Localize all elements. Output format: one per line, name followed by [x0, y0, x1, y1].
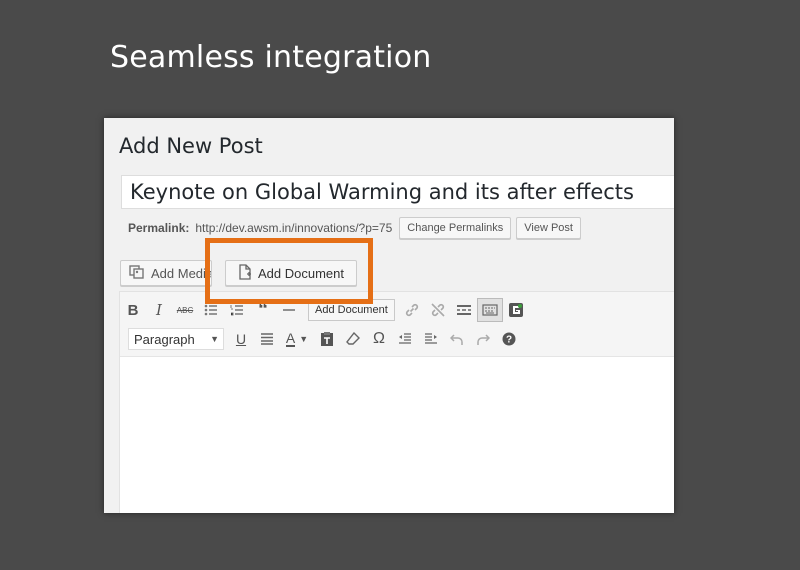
remove-link-icon[interactable]: [425, 298, 451, 322]
format-select[interactable]: Paragraph ▼: [128, 328, 224, 350]
add-media-label: Add Media: [151, 265, 212, 281]
toolbar-row-2: Paragraph ▼ U A ▼ Ω ?: [120, 325, 522, 353]
outdent-icon[interactable]: [392, 327, 418, 351]
underline-icon[interactable]: U: [228, 327, 254, 351]
editor-screenshot: Add New Post Keynote on Global Warming a…: [104, 118, 674, 513]
page-title: Add New Post: [119, 134, 263, 158]
add-media-button[interactable]: Add Media: [120, 260, 212, 286]
bold-icon[interactable]: B: [120, 298, 146, 322]
numbered-list-icon[interactable]: [224, 298, 250, 322]
add-document-label: Add Document: [258, 265, 344, 281]
help-icon[interactable]: ?: [496, 327, 522, 351]
text-color-icon[interactable]: A ▼: [280, 327, 314, 351]
view-post-button[interactable]: View Post: [516, 217, 581, 239]
horizontal-line-icon[interactable]: [276, 298, 302, 322]
google-drive-icon[interactable]: [503, 298, 529, 322]
toolbar-row-1: B I ABC “ Add Document: [120, 296, 529, 324]
svg-text:?: ?: [506, 335, 512, 346]
editor-content-area[interactable]: [120, 357, 674, 513]
redo-icon[interactable]: [470, 327, 496, 351]
toolbar-toggle-icon[interactable]: [476, 298, 503, 322]
format-select-value: Paragraph: [134, 331, 195, 347]
strikethrough-icon[interactable]: ABC: [172, 298, 198, 322]
clear-formatting-icon[interactable]: [340, 327, 366, 351]
bulleted-list-icon[interactable]: [198, 298, 224, 322]
media-icon: [129, 264, 145, 282]
add-document-button[interactable]: Add Document: [225, 260, 357, 286]
insert-link-icon[interactable]: [399, 298, 425, 322]
post-title-input[interactable]: Keynote on Global Warming and its after …: [121, 175, 674, 209]
indent-icon[interactable]: [418, 327, 444, 351]
justify-icon[interactable]: [254, 327, 280, 351]
slide-title: Seamless integration: [110, 40, 432, 75]
document-icon: [238, 263, 252, 283]
read-more-icon[interactable]: [451, 298, 477, 322]
change-permalinks-button[interactable]: Change Permalinks: [399, 217, 512, 239]
chevron-down-icon: ▼: [210, 334, 219, 344]
undo-icon[interactable]: [444, 327, 470, 351]
paste-as-text-icon[interactable]: [314, 327, 340, 351]
permalink-row: Permalink: http://dev.awsm.in/innovation…: [128, 216, 581, 240]
permalink-label: Permalink:: [128, 221, 190, 235]
special-character-icon[interactable]: Ω: [366, 327, 392, 351]
italic-icon[interactable]: I: [146, 298, 172, 322]
blockquote-icon[interactable]: “: [250, 298, 276, 322]
toolbar-add-document-button[interactable]: Add Document: [308, 299, 395, 321]
post-editor[interactable]: B I ABC “ Add Document Paragraph ▼ U A ▼…: [119, 291, 674, 513]
editor-toolbar: B I ABC “ Add Document Paragraph ▼ U A ▼…: [120, 292, 674, 357]
permalink-url[interactable]: http://dev.awsm.in/innovations/?p=75: [195, 221, 392, 235]
